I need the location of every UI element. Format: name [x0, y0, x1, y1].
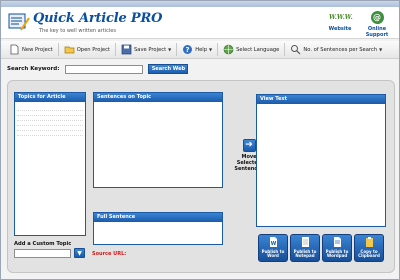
- topics-panel-header: Topics for Article: [15, 93, 85, 102]
- online-support-link[interactable]: @ Online Support: [357, 11, 397, 38]
- language-icon: [223, 44, 234, 55]
- clipboard-icon: [365, 237, 373, 247]
- toolbar-separator: [57, 43, 59, 56]
- list-item[interactable]: [17, 128, 83, 131]
- logo-icon: [8, 13, 30, 31]
- view-text-panel: View Text: [256, 94, 386, 227]
- copy-to-clipboard-button[interactable]: Copy to Clipboard: [354, 234, 384, 262]
- list-item[interactable]: [17, 108, 83, 111]
- view-text-panel-header: View Text: [257, 95, 385, 104]
- add-custom-topic-label: Add a Custom Topic: [14, 241, 72, 247]
- new-project-label: New Project: [22, 46, 53, 53]
- app-window: Quick Article PRO The key to well writte…: [0, 0, 400, 280]
- select-language-button[interactable]: Select Language: [220, 42, 282, 58]
- sentences-panel: Sentences on Topic: [93, 92, 223, 188]
- toolbar-separator: [284, 43, 286, 56]
- help-icon: ?: [183, 45, 193, 54]
- notepad-icon: [301, 237, 309, 247]
- new-document-icon: [10, 44, 19, 55]
- header-banner: Quick Article PRO The key to well writte…: [1, 7, 399, 39]
- save-project-label: Save Project: [133, 46, 167, 53]
- full-sentence-text[interactable]: [94, 222, 222, 244]
- online-support-label: Online Support: [365, 26, 389, 38]
- select-language-label: Select Language: [236, 46, 280, 53]
- app-title: Quick Article PRO: [33, 11, 163, 26]
- publish-to-notepad-label: Publish to Notepad: [293, 248, 317, 259]
- toolbar-separator: [114, 43, 116, 56]
- list-item[interactable]: [17, 123, 83, 126]
- chevron-down-icon: ▼: [168, 47, 172, 52]
- word-document-icon: W: [269, 237, 277, 247]
- search-keyword-label: Search Keyword:: [7, 66, 60, 72]
- svg-text:W: W: [270, 241, 276, 247]
- help-label: Help: [195, 46, 208, 53]
- new-project-button[interactable]: New Project: [6, 42, 56, 58]
- arrow-down-icon: ▼: [77, 250, 82, 257]
- topics-list[interactable]: [15, 102, 85, 235]
- website-link[interactable]: W.W.W. Website: [327, 11, 353, 32]
- full-sentence-panel: Full Sentence: [93, 212, 223, 245]
- list-item[interactable]: [17, 113, 83, 116]
- website-label: Website: [328, 26, 352, 32]
- topics-panel: Topics for Article: [14, 92, 86, 236]
- help-button[interactable]: ? Help ▼: [179, 42, 215, 58]
- add-custom-topic-button[interactable]: ▼: [74, 248, 85, 258]
- view-text-area[interactable]: [257, 104, 385, 226]
- search-magnifier-icon: [291, 45, 301, 55]
- chevron-down-icon: ▼: [379, 47, 383, 52]
- app-tagline: The key to well written articles: [39, 28, 116, 34]
- custom-topic-input[interactable]: [14, 249, 71, 258]
- toolbar-separator: [217, 43, 219, 56]
- save-disk-icon: [121, 44, 132, 55]
- open-project-button[interactable]: Open Project: [61, 42, 113, 58]
- publish-to-wordpad-button[interactable]: Publish to Wordpad: [322, 234, 352, 262]
- search-keyword-input[interactable]: [65, 64, 144, 74]
- sentences-per-search-label: No. of Sentences per Search: [303, 46, 378, 53]
- search-row: Search Keyword: Search Web: [7, 63, 189, 75]
- www-icon: W.W.W.: [329, 14, 353, 21]
- publish-to-notepad-button[interactable]: Publish to Notepad: [290, 234, 320, 262]
- open-folder-icon: [64, 46, 75, 54]
- chevron-down-icon: ▼: [209, 47, 213, 52]
- wordpad-icon: [333, 237, 341, 247]
- list-item[interactable]: [17, 133, 83, 136]
- open-project-label: Open Project: [76, 46, 110, 53]
- publish-to-word-button[interactable]: W Publish to Word: [258, 234, 288, 262]
- publish-to-word-label: Publish to Word: [261, 248, 285, 259]
- toolbar-separator: [176, 43, 178, 56]
- source-url-label: Source URL:: [92, 251, 127, 257]
- copy-to-clipboard-label: Copy to Clipboard: [358, 248, 380, 259]
- main-workspace: Topics for Article Sentences on Topic Fu…: [7, 80, 395, 273]
- at-sign-icon: @: [370, 11, 384, 24]
- publish-to-wordpad-label: Publish to Wordpad: [325, 248, 349, 259]
- sentences-per-search-button[interactable]: No. of Sentences per Search ▼: [287, 42, 385, 58]
- toolbar: New Project Open Project Save Project ▼ …: [1, 41, 399, 59]
- full-sentence-panel-header: Full Sentence: [94, 213, 222, 222]
- svg-text:?: ?: [186, 46, 190, 54]
- list-item[interactable]: [17, 118, 83, 121]
- search-web-button[interactable]: Search Web: [148, 64, 189, 74]
- sentences-list[interactable]: [94, 102, 222, 187]
- save-project-button[interactable]: Save Project ▼: [118, 42, 174, 58]
- arrow-right-icon: ➔: [242, 139, 256, 152]
- sentences-panel-header: Sentences on Topic: [94, 93, 222, 102]
